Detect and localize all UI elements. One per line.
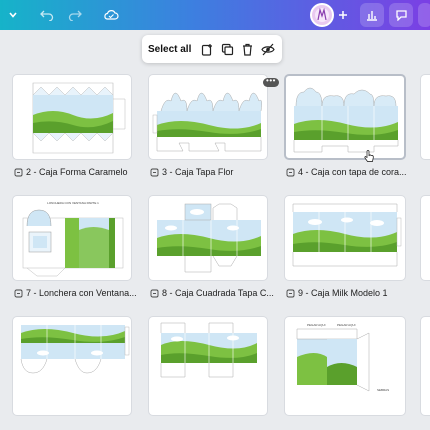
page-label: 8 - Caja Cuadrada Tapa C... xyxy=(162,288,274,298)
hand-cursor-icon xyxy=(364,150,374,168)
page-thumbnail[interactable] xyxy=(420,195,430,281)
thumb-label: PEGAR AQUI xyxy=(337,323,356,327)
share-icon[interactable] xyxy=(418,3,430,27)
redo-icon[interactable] xyxy=(66,5,84,25)
trash-icon[interactable] xyxy=(240,40,256,58)
page-icon xyxy=(150,168,159,176)
page-label: 3 - Caja Tapa Flor xyxy=(162,167,234,177)
page-icon xyxy=(14,168,23,176)
cloud-sync-icon[interactable] xyxy=(101,5,121,25)
page-label: 9 - Caja Milk Modelo 1 xyxy=(298,288,388,298)
top-bar xyxy=(0,0,430,30)
page-thumbnail[interactable] xyxy=(420,316,430,416)
page-title[interactable]: 7 - Lonchera con Ventana... xyxy=(14,288,142,298)
selection-toolbar: Select all xyxy=(142,35,282,63)
page-title[interactable]: 2 - Caja Forma Caramelo xyxy=(14,167,142,177)
page-label: 2 - Caja Forma Caramelo xyxy=(26,167,128,177)
page-thumbnail[interactable]: PEGAR AQUI PEGAR AQUI SEBRAS xyxy=(284,316,406,416)
page-title[interactable]: 8 - Caja Cuadrada Tapa C... xyxy=(150,288,278,298)
page-thumbnail[interactable] xyxy=(148,316,268,416)
hide-icon[interactable] xyxy=(260,40,276,58)
page-label: 4 - Caja con tapa de cora... xyxy=(298,167,407,177)
lonchera-title: LONCHERA CON VENTANA PARTE 1 xyxy=(47,201,99,205)
comment-icon[interactable] xyxy=(389,3,413,27)
page-title[interactable]: 3 - Caja Tapa Flor xyxy=(150,167,278,177)
chevron-down-icon[interactable] xyxy=(6,5,20,25)
plus-icon[interactable] xyxy=(336,5,350,25)
page-title[interactable]: 4 - Caja con tapa de cora... xyxy=(286,167,408,177)
page-icon xyxy=(286,168,295,176)
page-icon xyxy=(150,289,159,297)
page-icon xyxy=(14,289,23,297)
page-thumbnail[interactable] xyxy=(420,74,430,160)
page-icon xyxy=(286,289,295,297)
chart-icon[interactable] xyxy=(360,3,384,27)
duplicate-icon[interactable] xyxy=(220,40,236,58)
page-thumbnail[interactable] xyxy=(12,74,132,160)
page-thumbnail[interactable]: LONCHERA CON VENTANA PARTE 1 xyxy=(12,195,132,281)
add-page-icon[interactable] xyxy=(199,40,215,58)
page-label: 7 - Lonchera con Ventana... xyxy=(26,288,137,298)
select-all-button[interactable]: Select all xyxy=(148,44,191,55)
page-title[interactable]: 9 - Caja Milk Modelo 1 xyxy=(286,288,408,298)
more-options-button[interactable]: ••• xyxy=(263,77,279,87)
page-thumbnail[interactable] xyxy=(284,195,406,281)
page-thumbnail[interactable] xyxy=(148,195,268,281)
thumb-stamp: SEBRAS xyxy=(377,388,389,392)
avatar[interactable] xyxy=(310,3,334,27)
page-thumbnail[interactable] xyxy=(12,316,132,416)
undo-icon[interactable] xyxy=(38,5,56,25)
thumb-label: PEGAR AQUI xyxy=(307,323,326,327)
page-thumbnail[interactable] xyxy=(284,74,406,160)
page-thumbnail[interactable] xyxy=(148,74,268,160)
